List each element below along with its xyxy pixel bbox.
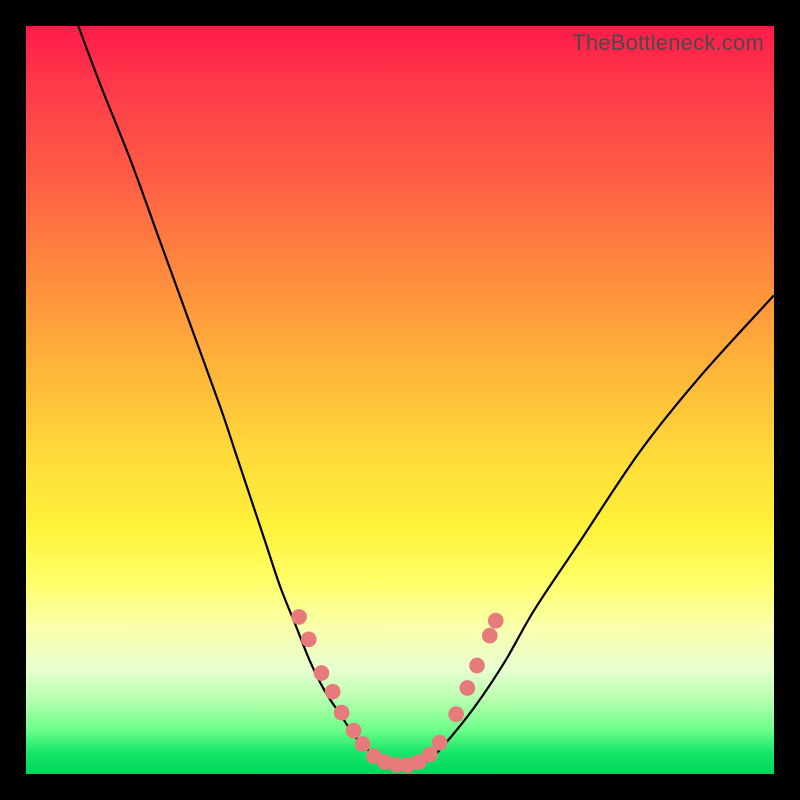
watermark-text: TheBottleneck.com bbox=[572, 30, 764, 56]
curve-marker bbox=[488, 613, 504, 629]
chart-frame: TheBottleneck.com bbox=[0, 0, 800, 800]
chart-svg bbox=[26, 26, 774, 774]
curve-marker bbox=[482, 628, 498, 644]
curve-marker bbox=[291, 609, 307, 625]
curve-marker bbox=[459, 680, 475, 696]
curve-marker bbox=[346, 723, 362, 739]
curve-marker bbox=[366, 748, 382, 764]
curve-marker bbox=[422, 747, 438, 763]
curve-markers bbox=[291, 609, 503, 773]
curve-marker bbox=[411, 754, 427, 770]
curve-marker bbox=[325, 684, 341, 700]
curve-marker bbox=[377, 754, 393, 770]
curve-marker bbox=[448, 706, 464, 722]
curve-marker bbox=[432, 735, 448, 751]
curve-marker bbox=[314, 665, 330, 681]
curve-marker bbox=[388, 757, 404, 773]
curve-marker bbox=[334, 705, 350, 721]
curve-marker bbox=[400, 757, 416, 773]
chart-plot-area: TheBottleneck.com bbox=[26, 26, 774, 774]
curve-marker bbox=[355, 736, 371, 752]
curve-marker bbox=[469, 658, 485, 674]
curve-marker bbox=[301, 632, 317, 648]
bottleneck-curve bbox=[78, 26, 774, 767]
